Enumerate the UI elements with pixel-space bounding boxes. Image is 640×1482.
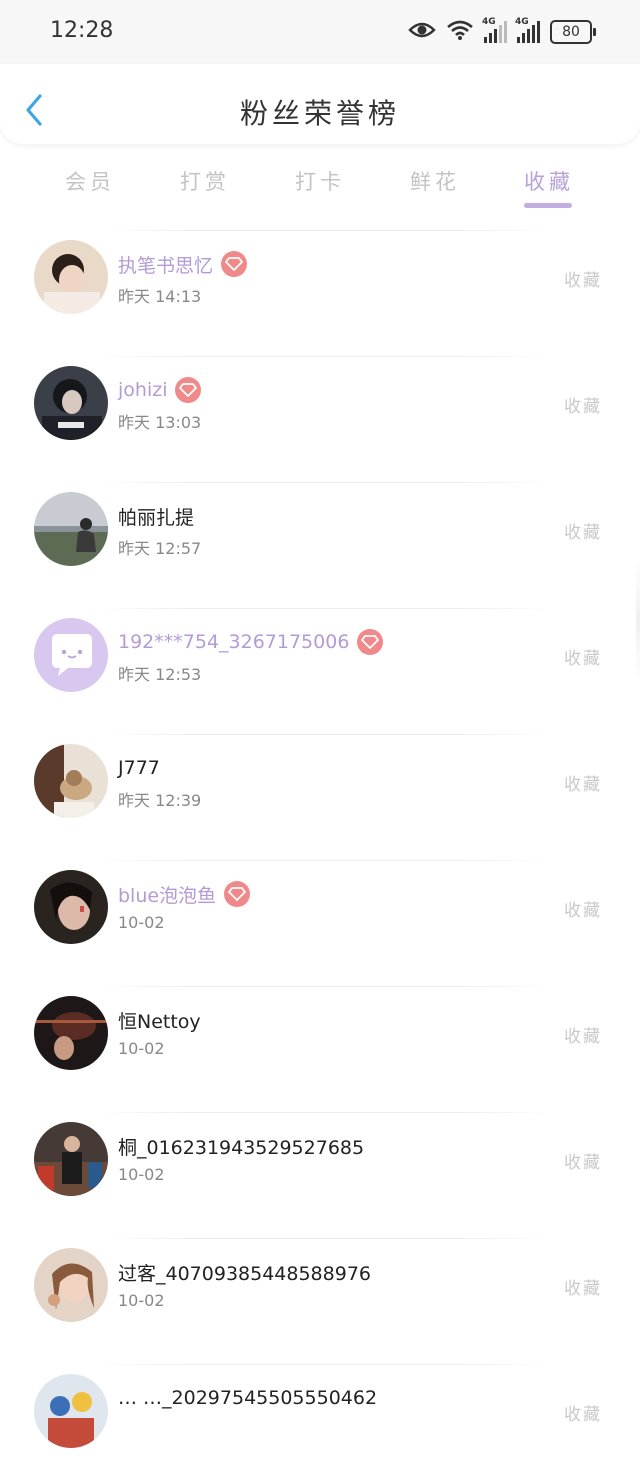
- name-line: J777: [118, 754, 160, 782]
- timestamp: 10-02: [118, 1165, 165, 1184]
- tab-reward[interactable]: 打赏: [165, 166, 245, 196]
- divider: [100, 230, 550, 231]
- name-line: 帕丽扎提: [118, 502, 194, 530]
- name-line: 执笔书思忆: [118, 250, 248, 278]
- avatar[interactable]: [34, 240, 108, 314]
- status-time: 12:28: [50, 18, 114, 43]
- diamond-icon: [221, 251, 248, 277]
- list-item[interactable]: 桐_016231943529527685 10-02 收藏: [0, 1104, 640, 1230]
- default-avatar[interactable]: [34, 618, 108, 692]
- tab-favorites[interactable]: 收藏: [509, 166, 589, 196]
- name-line: johizi: [118, 376, 202, 404]
- user-name[interactable]: … …_20297545505550462: [118, 1387, 377, 1409]
- avatar[interactable]: [34, 1374, 108, 1448]
- tab-flowers[interactable]: 鲜花: [395, 166, 475, 196]
- action-label: 收藏: [564, 1153, 602, 1173]
- avatar[interactable]: [34, 492, 108, 566]
- action-label: 收藏: [564, 523, 602, 543]
- user-name[interactable]: 桐_016231943529527685: [118, 1133, 364, 1160]
- user-name[interactable]: 帕丽扎提: [118, 503, 194, 530]
- divider: [100, 734, 550, 735]
- action-label: 收藏: [564, 397, 602, 417]
- avatar[interactable]: [34, 744, 108, 818]
- timestamp: 昨天 12:57: [118, 539, 202, 558]
- divider: [100, 482, 550, 483]
- diamond-icon: [224, 881, 251, 907]
- action-label: 收藏: [564, 775, 602, 795]
- tab-member[interactable]: 会员: [50, 166, 130, 196]
- diamond-icon: [357, 629, 384, 655]
- list-item[interactable]: … …_20297545505550462 收藏: [0, 1356, 640, 1482]
- signal-icon: 4G: [515, 17, 540, 43]
- action-label: 收藏: [564, 271, 602, 291]
- timestamp: 昨天 13:03: [118, 413, 202, 432]
- action-label: 收藏: [564, 1027, 602, 1047]
- list-item[interactable]: 过客_40709385448588976 10-02 收藏: [0, 1230, 640, 1356]
- user-name[interactable]: J777: [118, 757, 160, 779]
- action-label: 收藏: [564, 649, 602, 669]
- avatar[interactable]: [34, 1122, 108, 1196]
- divider: [100, 1364, 550, 1365]
- timestamp: 10-02: [118, 913, 165, 932]
- user-name[interactable]: johizi: [118, 379, 167, 401]
- user-name[interactable]: 执笔书思忆: [118, 251, 213, 278]
- user-name[interactable]: 过客_40709385448588976: [118, 1259, 371, 1286]
- header: 粉丝荣誉榜: [0, 64, 640, 144]
- name-line: 桐_016231943529527685: [118, 1132, 364, 1160]
- divider: [100, 986, 550, 987]
- name-line: 192***754_3267175006: [118, 628, 384, 656]
- list-item[interactable]: 恒Nettoy 10-02 收藏: [0, 978, 640, 1104]
- timestamp: 10-02: [118, 1291, 165, 1310]
- name-line: blue泡泡鱼: [118, 880, 251, 908]
- avatar[interactable]: [34, 996, 108, 1070]
- page-title: 粉丝荣誉榜: [239, 97, 400, 130]
- list-item[interactable]: blue泡泡鱼 10-02 收藏: [0, 852, 640, 978]
- diamond-icon: [175, 377, 202, 403]
- action-label: 收藏: [564, 1405, 602, 1425]
- timestamp: 昨天 12:53: [118, 665, 202, 684]
- divider: [100, 356, 550, 357]
- user-name[interactable]: 恒Nettoy: [118, 1007, 201, 1034]
- eye-icon: [408, 20, 436, 44]
- avatar[interactable]: [34, 1248, 108, 1322]
- list-item[interactable]: 192***754_3267175006 昨天 12:53 收藏: [0, 600, 640, 726]
- status-icons: 4G 4G 80: [408, 17, 596, 46]
- timestamp: 昨天 14:13: [118, 287, 202, 306]
- divider: [100, 1112, 550, 1113]
- divider: [100, 1238, 550, 1239]
- list-item[interactable]: J777 昨天 12:39 收藏: [0, 726, 640, 852]
- user-name[interactable]: blue泡泡鱼: [118, 881, 216, 908]
- scrollbar[interactable]: [636, 560, 640, 680]
- divider: [100, 860, 550, 861]
- action-label: 收藏: [564, 901, 602, 921]
- battery-icon: 80: [550, 20, 596, 44]
- tab-checkin[interactable]: 打卡: [280, 166, 360, 196]
- list-item[interactable]: 帕丽扎提 昨天 12:57 收藏: [0, 474, 640, 600]
- divider: [100, 608, 550, 609]
- list-item[interactable]: 执笔书思忆 昨天 14:13 收藏: [0, 222, 640, 348]
- list-item[interactable]: johizi 昨天 13:03 收藏: [0, 348, 640, 474]
- name-line: 过客_40709385448588976: [118, 1258, 371, 1286]
- action-label: 收藏: [564, 1279, 602, 1299]
- status-bar: 12:28 4G 4G 80: [0, 0, 640, 64]
- user-name[interactable]: 192***754_3267175006: [118, 631, 349, 653]
- avatar[interactable]: [34, 870, 108, 944]
- timestamp: 10-02: [118, 1039, 165, 1058]
- avatar[interactable]: [34, 366, 108, 440]
- wifi-icon: [446, 19, 474, 45]
- signal-icon: 4G: [482, 17, 507, 43]
- name-line: … …_20297545505550462: [118, 1384, 377, 1412]
- name-line: 恒Nettoy: [118, 1006, 201, 1034]
- timestamp: 昨天 12:39: [118, 791, 202, 810]
- active-tab-indicator: [524, 203, 572, 208]
